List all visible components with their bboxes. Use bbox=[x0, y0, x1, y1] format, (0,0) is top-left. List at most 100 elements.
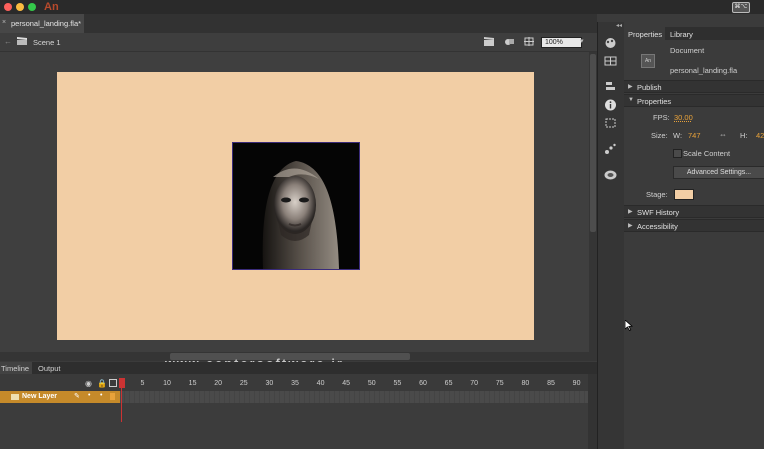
tab-timeline[interactable]: Timeline bbox=[0, 362, 32, 374]
chevron-right-icon: ▶ bbox=[628, 209, 633, 215]
portrait-graphic bbox=[233, 143, 359, 269]
layer-row[interactable]: ✎ • • bbox=[0, 391, 120, 403]
timeline-header: ◉ 🔒 151015202530354045505560657075808590 bbox=[0, 374, 597, 391]
close-window-button[interactable] bbox=[4, 3, 12, 11]
document-filename: personal_landing.fla bbox=[670, 66, 738, 75]
back-arrow-icon[interactable]: ← bbox=[4, 37, 12, 46]
frame-number[interactable]: 25 bbox=[240, 380, 248, 387]
align-icon[interactable] bbox=[604, 80, 617, 92]
scroll-thumb[interactable] bbox=[590, 54, 596, 232]
panel-toolstrip: ◂◂ bbox=[597, 22, 625, 449]
playhead[interactable] bbox=[119, 378, 125, 388]
tab-library[interactable]: Library bbox=[670, 30, 693, 39]
scale-content-label: Scale Content bbox=[683, 149, 731, 158]
workspace-icon[interactable]: ⌘⌥ bbox=[732, 2, 750, 13]
frame-number[interactable]: 55 bbox=[393, 380, 401, 387]
color-palette-icon[interactable] bbox=[604, 37, 617, 49]
outline-icon[interactable] bbox=[109, 379, 117, 387]
zoom-input[interactable]: 100% bbox=[541, 37, 582, 48]
lock-dot[interactable]: • bbox=[100, 392, 102, 399]
frame-cells[interactable] bbox=[120, 391, 588, 403]
tab-properties[interactable]: Properties bbox=[624, 27, 665, 40]
motion-presets-icon[interactable] bbox=[604, 143, 617, 155]
link-icon[interactable]: ⇔ bbox=[719, 130, 727, 139]
app-logo: An bbox=[44, 1, 59, 13]
cc-libraries-icon[interactable] bbox=[604, 169, 617, 181]
frame-number[interactable]: 80 bbox=[521, 380, 529, 387]
frame-number[interactable]: 10 bbox=[163, 380, 171, 387]
info-icon[interactable] bbox=[604, 99, 617, 111]
timeline-body[interactable] bbox=[0, 403, 597, 449]
document-type-label: Document bbox=[670, 46, 705, 55]
layer-page-icon bbox=[11, 394, 19, 400]
fps-value[interactable]: 30.00 bbox=[674, 113, 693, 122]
scene-label: Scene 1 bbox=[33, 38, 61, 47]
title-bar: An ⌘⌥ bbox=[0, 0, 764, 14]
zoom-window-button[interactable] bbox=[28, 3, 36, 11]
frame-number[interactable]: 85 bbox=[547, 380, 555, 387]
frame-number[interactable]: 45 bbox=[342, 380, 350, 387]
frame-number[interactable]: 35 bbox=[291, 380, 299, 387]
tab-properties-label: Properties bbox=[628, 30, 663, 39]
close-tab-icon[interactable]: × bbox=[2, 19, 6, 26]
frame-number[interactable]: 90 bbox=[573, 380, 581, 387]
tab-output[interactable]: Output bbox=[38, 364, 61, 373]
collapse-icon[interactable]: ◂◂ bbox=[616, 22, 622, 29]
minimize-window-button[interactable] bbox=[16, 3, 24, 11]
clapper-icon bbox=[17, 37, 27, 45]
center-stage-icon[interactable] bbox=[524, 37, 534, 46]
chevron-down-icon: ▼ bbox=[628, 97, 634, 103]
section-properties[interactable]: ▼ Properties bbox=[624, 94, 764, 107]
fps-label: FPS: bbox=[653, 113, 670, 122]
visibility-dot[interactable]: • bbox=[88, 392, 90, 399]
frame-number[interactable]: 20 bbox=[214, 380, 222, 387]
mouse-cursor-icon bbox=[625, 320, 633, 331]
frame-number[interactable]: 30 bbox=[265, 380, 273, 387]
section-label: SWF History bbox=[637, 208, 680, 217]
timeline-vertical-scrollbar[interactable] bbox=[588, 374, 597, 449]
layer-color-swatch[interactable] bbox=[110, 393, 115, 400]
size-label: Size: bbox=[651, 131, 668, 140]
tab-timeline-label: Timeline bbox=[1, 364, 30, 373]
scale-content-checkbox[interactable] bbox=[673, 149, 682, 158]
eye-icon[interactable]: ◉ bbox=[85, 379, 92, 388]
pencil-icon[interactable]: ✎ bbox=[74, 392, 80, 400]
timeline-tab-bar: Timeline Output bbox=[0, 362, 597, 374]
height-label: H: bbox=[740, 131, 748, 140]
panel-tab-bar: Properties Library bbox=[624, 27, 764, 40]
frame-number[interactable]: 65 bbox=[445, 380, 453, 387]
frame-number[interactable]: 75 bbox=[496, 380, 504, 387]
frame-number[interactable]: 15 bbox=[189, 380, 197, 387]
edit-symbols-icon[interactable] bbox=[504, 37, 514, 46]
section-accessibility[interactable]: ▶ Accessibility bbox=[624, 219, 764, 232]
document-tab-label: personal_landing.fla* bbox=[11, 19, 82, 28]
width-value[interactable]: 747 bbox=[688, 131, 701, 140]
edit-scene-icon[interactable] bbox=[484, 37, 494, 46]
section-label: Publish bbox=[637, 83, 662, 92]
frame-number[interactable]: 70 bbox=[470, 380, 478, 387]
frame-number[interactable]: 40 bbox=[317, 380, 325, 387]
stage-color-swatch[interactable] bbox=[674, 189, 694, 200]
height-value[interactable]: 42 bbox=[756, 131, 764, 140]
document-tab-bar: × personal_landing.fla* bbox=[0, 14, 597, 34]
document-tab[interactable]: × personal_landing.fla* bbox=[0, 14, 84, 33]
section-swf-history[interactable]: ▶ SWF History bbox=[624, 205, 764, 218]
lock-icon[interactable]: 🔒 bbox=[97, 379, 107, 388]
document-icon: An bbox=[641, 54, 655, 68]
frame-number[interactable]: 50 bbox=[368, 380, 376, 387]
stage-color-label: Stage: bbox=[646, 190, 668, 199]
chevron-down-icon[interactable]: ▾ bbox=[580, 37, 584, 45]
scene-bar: ← Scene 1 100% ▾ bbox=[0, 33, 597, 52]
portrait-image[interactable] bbox=[232, 142, 360, 270]
frame-number[interactable]: 5 bbox=[140, 380, 144, 387]
swatches-icon[interactable] bbox=[604, 55, 617, 67]
transform-icon[interactable] bbox=[604, 117, 617, 129]
section-label: Properties bbox=[637, 97, 672, 106]
advanced-settings-button[interactable]: Advanced Settings... bbox=[673, 166, 764, 179]
section-publish[interactable]: ▶ Publish bbox=[624, 80, 764, 93]
frame-number[interactable]: 60 bbox=[419, 380, 427, 387]
playhead-line bbox=[121, 388, 122, 422]
layer-name[interactable]: New Layer bbox=[22, 393, 57, 400]
chevron-right-icon: ▶ bbox=[628, 223, 633, 229]
stage-vertical-scrollbar[interactable] bbox=[589, 52, 597, 354]
